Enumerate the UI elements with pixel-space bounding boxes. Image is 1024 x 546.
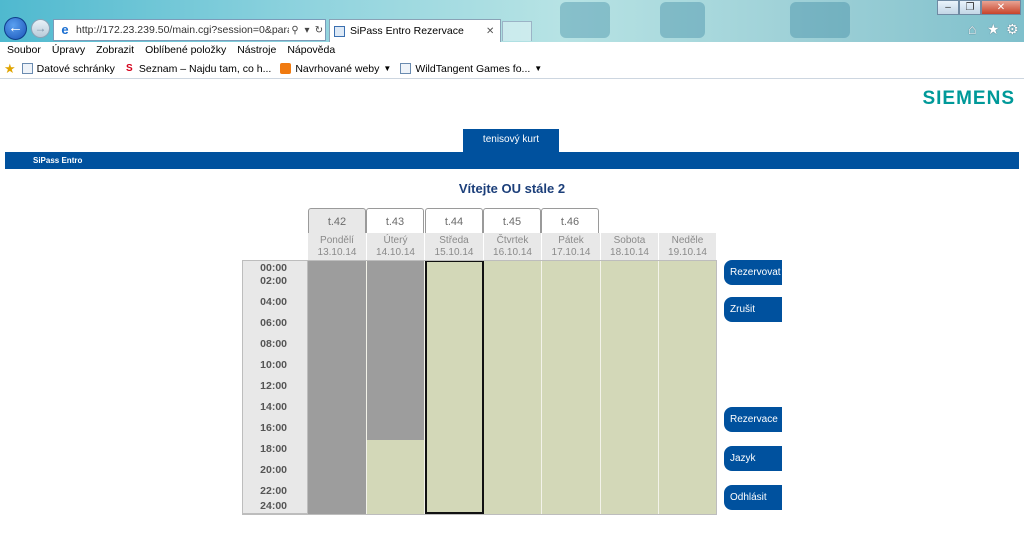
app-header-bar: SiPass Entro <box>5 152 1019 169</box>
menu-oblibene[interactable]: Oblíbené položky <box>145 44 226 56</box>
day-header-thursday: Čtvrtek 16.10.14 <box>484 233 542 260</box>
time-label: 06:00 <box>260 317 287 329</box>
time-label: 02:00 <box>260 275 287 287</box>
forward-icon[interactable]: → <box>31 19 50 38</box>
menu-zobrazit[interactable]: Zobrazit <box>96 44 134 56</box>
ie-icon: e <box>61 22 69 37</box>
browser-tab[interactable]: SiPass Entro Rezervace ✕ <box>329 19 501 42</box>
page-icon <box>21 63 33 74</box>
siemens-logo: SIEMENS <box>922 88 1015 109</box>
day-column-saturday[interactable] <box>601 260 659 514</box>
time-label: 12:00 <box>260 380 287 392</box>
welcome-title: Vítejte OU stále 2 <box>458 181 566 196</box>
suggested-sites-icon <box>280 63 292 74</box>
day-header-friday: Pátek 17.10.14 <box>542 233 601 260</box>
time-label: 16:00 <box>260 422 287 434</box>
home-icon[interactable]: ⌂ <box>968 21 976 37</box>
day-column-monday[interactable] <box>308 260 367 514</box>
background-decoration <box>560 2 610 38</box>
new-tab-button[interactable] <box>502 21 532 41</box>
favorite-seznam[interactable]: S Seznam – Najdu tam, co h... <box>124 63 271 75</box>
day-column-friday[interactable] <box>542 260 601 514</box>
time-label: 18:00 <box>260 443 287 455</box>
minimize-icon[interactable]: – <box>937 0 959 15</box>
time-label: 00:00 <box>260 262 287 274</box>
refresh-icon[interactable]: ↻ <box>313 25 325 36</box>
restore-icon[interactable]: ❐ <box>959 0 981 15</box>
day-header-saturday: Sobota 18.10.14 <box>601 233 659 260</box>
favorite-datove-schranky[interactable]: Datové schránky <box>21 63 115 75</box>
page-icon <box>400 63 412 74</box>
reserve-button[interactable]: Rezervovat <box>724 260 782 285</box>
close-window-icon[interactable]: ✕ <box>981 0 1021 15</box>
favorites-bar: ★ Datové schránky S Seznam – Najdu tam, … <box>0 59 1024 79</box>
language-button[interactable]: Jazyk <box>724 446 782 471</box>
day-header-sunday: Neděle 19.10.14 <box>659 233 717 260</box>
cancel-button[interactable]: Zrušit <box>724 297 782 322</box>
close-icon[interactable]: ✕ <box>486 26 500 37</box>
favorite-wildtangent[interactable]: WildTangent Games fo... ▼ <box>400 63 542 75</box>
day-header-wednesday: Středa 15.10.14 <box>425 233 484 260</box>
week-tab-42[interactable]: t.42 <box>308 208 366 235</box>
chevron-down-icon: ▼ <box>383 64 392 73</box>
day-column-tuesday[interactable] <box>367 260 425 514</box>
favorites-star-icon[interactable]: ★ <box>4 61 16 77</box>
gear-icon[interactable]: ⚙ <box>1006 21 1019 38</box>
week-tab-45[interactable]: t.45 <box>483 208 541 234</box>
favorite-navrhovane-weby[interactable]: Navrhované weby ▼ <box>280 63 391 75</box>
back-icon[interactable]: ← <box>4 17 27 40</box>
menu-upravy[interactable]: Úpravy <box>52 44 85 56</box>
week-tab-46[interactable]: t.46 <box>541 208 599 234</box>
page-icon <box>334 25 345 37</box>
time-label: 22:00 <box>260 485 287 497</box>
day-column-thursday[interactable] <box>484 260 542 514</box>
day-header-tuesday: Úterý 14.10.14 <box>367 233 425 260</box>
time-label: 08:00 <box>260 338 287 350</box>
menu-nastroje[interactable]: Nástroje <box>237 44 276 56</box>
time-column: 00:00 02:00 04:00 06:00 08:00 10:00 12:0… <box>242 260 308 514</box>
address-text[interactable]: http://172.23.239.50/main.cgi?session=0&… <box>76 24 289 36</box>
app-name: SiPass Entro <box>33 156 83 165</box>
menu-napoveda[interactable]: Nápověda <box>287 44 335 56</box>
week-tab-43[interactable]: t.43 <box>366 208 424 234</box>
day-column-sunday[interactable] <box>659 260 717 514</box>
tab-title: SiPass Entro Rezervace <box>350 25 464 37</box>
reservations-button[interactable]: Rezervace <box>724 407 782 432</box>
menu-bar: Soubor Úpravy Zobrazit Oblíbené položky … <box>0 42 1024 58</box>
time-label: 10:00 <box>260 359 287 371</box>
selected-day-outline <box>425 260 484 514</box>
time-label: 04:00 <box>260 296 287 308</box>
day-header-monday: Pondělí 13.10.14 <box>308 233 367 260</box>
search-icon[interactable]: ⚲ <box>289 25 301 36</box>
favorites-star-icon[interactable]: ★ <box>987 21 1000 38</box>
browser-titlebar: ← → e http://172.23.239.50/main.cgi?sess… <box>0 0 1024 42</box>
background-decoration <box>790 2 850 38</box>
time-label: 14:00 <box>260 401 287 413</box>
window-controls: – ❐ ✕ <box>937 0 1021 15</box>
room-tab[interactable]: tenisový kurt <box>463 129 559 153</box>
occupied-block <box>308 260 366 514</box>
chevron-down-icon[interactable]: ▾ <box>301 25 313 36</box>
chevron-down-icon: ▼ <box>534 64 543 73</box>
occupied-block <box>367 260 424 440</box>
background-decoration <box>660 2 705 38</box>
logout-button[interactable]: Odhlásit <box>724 485 782 510</box>
address-bar[interactable]: e http://172.23.239.50/main.cgi?session=… <box>53 19 326 41</box>
time-label: 20:00 <box>260 464 287 476</box>
seznam-icon: S <box>126 63 133 74</box>
week-tab-44[interactable]: t.44 <box>425 208 483 234</box>
menu-soubor[interactable]: Soubor <box>7 44 41 56</box>
time-label: 24:00 <box>260 500 287 512</box>
